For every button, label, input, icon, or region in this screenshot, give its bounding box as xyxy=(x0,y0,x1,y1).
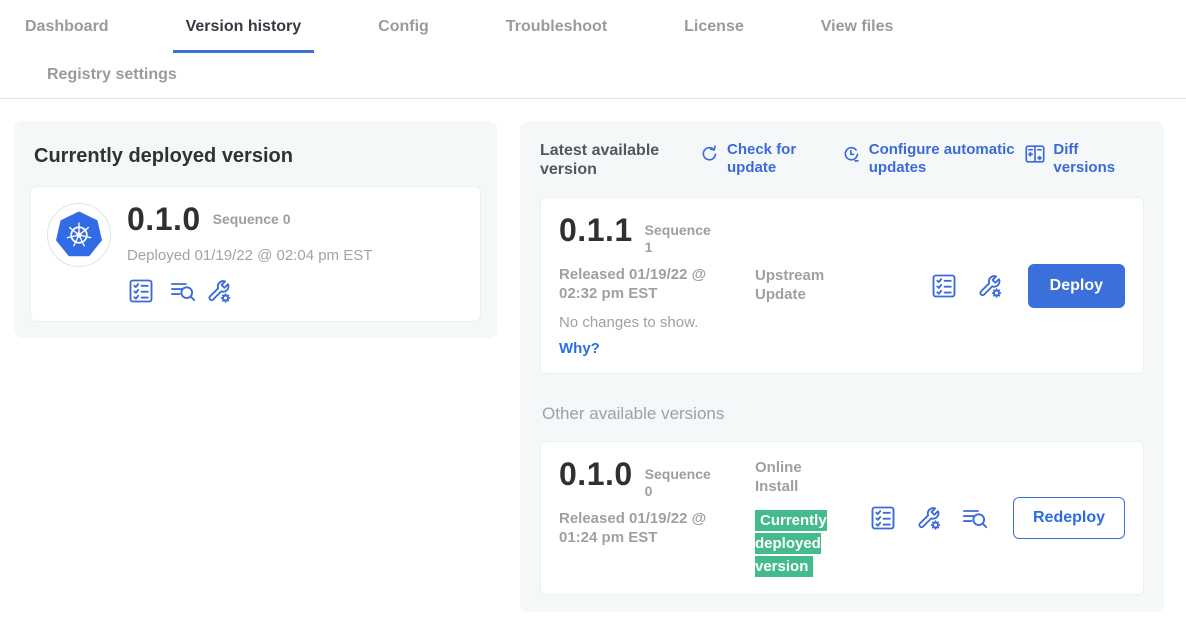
deployed-timestamp: Deployed 01/19/22 @ 02:04 pm EST xyxy=(127,247,372,264)
redeploy-button[interactable]: Redeploy xyxy=(1013,497,1125,539)
latest-version-card: 0.1.1 Sequence 1 Released 01/19/22 @ 02:… xyxy=(540,197,1144,374)
app-window: Dashboard Version history Config Trouble… xyxy=(0,0,1186,640)
other-version-actions: Redeploy xyxy=(869,497,1125,539)
other-version-number: 0.1.0 xyxy=(559,458,633,490)
latest-version-source: Upstream Update xyxy=(755,214,867,357)
diff-versions-link[interactable]: Diff versions xyxy=(1024,141,1144,177)
tab-registry-settings[interactable]: Registry settings xyxy=(34,66,190,84)
diff-versions-label: Diff versions xyxy=(1053,141,1144,177)
other-version-main: 0.1.0 Sequence 0 Released 01/19/22 @ 01:… xyxy=(559,458,755,578)
check-for-update-label: Check for update xyxy=(727,141,810,177)
upstream-update-label: Upstream Update xyxy=(755,266,867,304)
schedule-update-icon xyxy=(840,143,862,165)
refresh-arrow-icon xyxy=(698,143,720,165)
edit-config-icon[interactable] xyxy=(205,277,233,305)
currently-deployed-card: 0.1.0 Sequence 0 Deployed 01/19/22 @ 02:… xyxy=(30,186,481,322)
deploy-logs-icon[interactable] xyxy=(169,277,197,305)
latest-version-main: 0.1.1 Sequence 1 Released 01/19/22 @ 02:… xyxy=(559,214,755,357)
currently-deployed-title: Currently deployed version xyxy=(34,145,481,168)
online-install-label: Online Install xyxy=(755,458,817,496)
why-link[interactable]: Why? xyxy=(559,340,755,357)
other-released-timestamp: Released 01/19/22 @ 01:24 pm EST xyxy=(559,509,739,547)
deploy-button[interactable]: Deploy xyxy=(1028,264,1125,308)
no-changes-text: No changes to show. xyxy=(559,314,755,331)
currently-deployed-badge-wrap: Currently deployed version xyxy=(755,509,835,578)
top-nav: Dashboard Version history Config Trouble… xyxy=(0,0,1186,99)
nav-row-2: Registry settings xyxy=(0,53,1186,98)
tab-license[interactable]: License xyxy=(671,18,757,50)
deploy-logs-icon[interactable] xyxy=(961,504,989,532)
preflight-checks-icon[interactable] xyxy=(127,277,155,305)
kubernetes-logo-icon xyxy=(47,203,111,267)
other-sequence-label: Sequence 0 xyxy=(645,466,717,500)
nav-row-1: Dashboard Version history Config Trouble… xyxy=(0,0,1186,53)
tab-config[interactable]: Config xyxy=(365,18,442,50)
preflight-checks-icon[interactable] xyxy=(930,272,958,300)
deployed-version-info: 0.1.0 Sequence 0 Deployed 01/19/22 @ 02:… xyxy=(127,203,372,305)
currently-deployed-panel: Currently deployed version 0.1.0 Sequenc… xyxy=(14,121,497,338)
latest-version-title: Latest available version xyxy=(540,141,690,179)
deployed-sequence-label: Sequence 0 xyxy=(213,211,291,228)
tab-version-history[interactable]: Version history xyxy=(173,18,315,53)
latest-released-timestamp: Released 01/19/22 @ 02:32 pm EST xyxy=(559,265,739,303)
latest-version-header: Latest available version Check for updat… xyxy=(540,141,1144,179)
tab-view-files[interactable]: View files xyxy=(808,18,907,50)
deployed-version-number: 0.1.0 xyxy=(127,203,201,235)
configure-automatic-updates-link[interactable]: Configure automatic updates xyxy=(840,141,1025,177)
other-version-card: 0.1.0 Sequence 0 Released 01/19/22 @ 01:… xyxy=(540,441,1144,595)
check-for-update-link[interactable]: Check for update xyxy=(698,141,810,177)
tab-dashboard[interactable]: Dashboard xyxy=(12,18,122,50)
other-versions-title: Other available versions xyxy=(542,404,1144,424)
latest-sequence-label: Sequence 1 xyxy=(645,222,717,256)
other-version-source: Online Install Currently deployed versio… xyxy=(755,458,867,578)
available-versions-panel: Latest available version Check for updat… xyxy=(520,121,1164,612)
latest-version-actions: Deploy xyxy=(930,264,1125,308)
tab-troubleshoot[interactable]: Troubleshoot xyxy=(493,18,620,50)
deployed-action-icons xyxy=(127,277,372,305)
preflight-checks-icon[interactable] xyxy=(869,504,897,532)
edit-config-icon[interactable] xyxy=(976,272,1004,300)
currently-deployed-badge: Currently deployed version xyxy=(755,510,827,577)
configure-automatic-updates-label: Configure automatic updates xyxy=(869,141,1025,177)
latest-version-number: 0.1.1 xyxy=(559,214,633,246)
diff-icon xyxy=(1024,143,1046,165)
edit-config-icon[interactable] xyxy=(915,504,943,532)
